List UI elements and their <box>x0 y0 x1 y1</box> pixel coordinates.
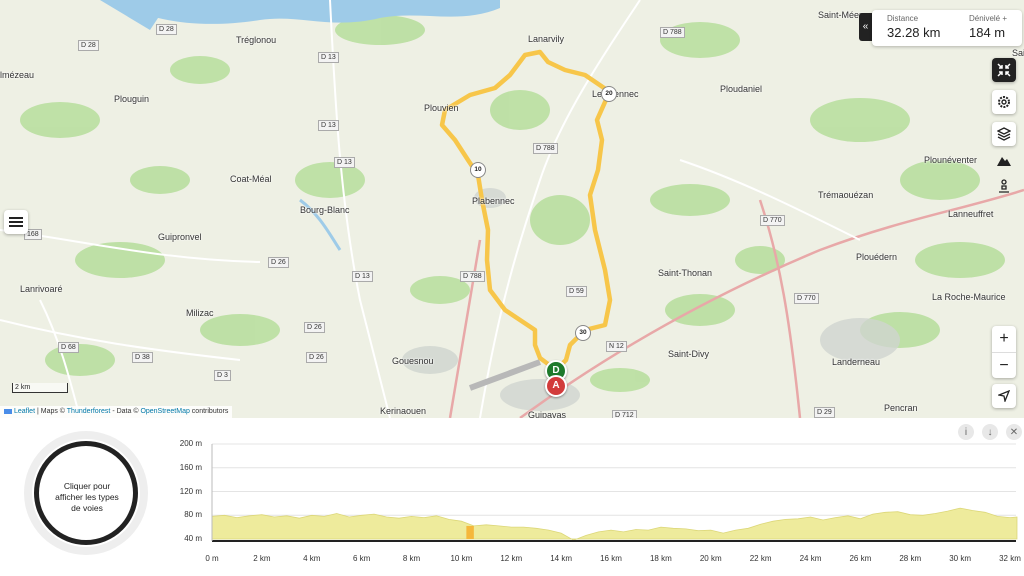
road-shield: D 29 <box>814 407 835 418</box>
end-marker[interactable]: A <box>545 375 567 397</box>
place-label: Guipavas <box>528 410 567 418</box>
road-shield: D 68 <box>58 342 79 353</box>
attrib-text: - Data © <box>110 408 141 415</box>
road-shield: D 26 <box>268 257 289 268</box>
road-shield: D 13 <box>334 157 355 168</box>
place-label: Lanarvily <box>528 34 565 44</box>
place-label: Lanrivoaré <box>20 284 63 294</box>
settings-button[interactable] <box>992 90 1016 114</box>
elevation-area <box>211 507 1018 541</box>
place-label: Saint-Divy <box>668 349 710 359</box>
place-label: Guipronvel <box>158 232 202 242</box>
elevation-gain-value: 184 m <box>969 25 1006 40</box>
route-line <box>439 49 613 372</box>
place-label: Saint-Méen <box>818 10 865 20</box>
route-stats-box: Distance 32.28 km Dénivelé + 184 m <box>872 10 1022 46</box>
distance-value: 32.28 km <box>887 25 941 40</box>
elevation-chart[interactable] <box>0 418 1024 576</box>
map-attribution: Leaflet | Maps © Thunderforest - Data © … <box>0 406 233 418</box>
place-label: Milizac <box>186 308 214 318</box>
road-shield: D 13 <box>352 271 373 282</box>
osm-link[interactable]: OpenStreetMap <box>140 408 189 415</box>
road-shield: D 770 <box>760 215 785 226</box>
km-marker: 30 <box>575 325 591 341</box>
person-icon <box>999 179 1009 193</box>
road-shield: D 712 <box>612 410 637 418</box>
road-shield: D 59 <box>566 286 587 297</box>
hamburger-menu-icon <box>9 217 23 227</box>
layers-icon <box>997 127 1011 141</box>
place-label: Landerneau <box>832 357 881 367</box>
menu-button[interactable] <box>4 210 28 234</box>
leaflet-link[interactable]: Leaflet <box>14 408 35 415</box>
fullscreen-exit-button[interactable] <box>992 58 1016 82</box>
place-label: Plabennec <box>472 196 515 206</box>
km-marker: 10 <box>470 162 486 178</box>
zoom-out-button[interactable]: − <box>992 353 1016 379</box>
map-view[interactable]: Tréglonou Lanarvily Saint-Méen Saint-De lméz… <box>0 0 1024 418</box>
collapse-stats-button[interactable]: « <box>859 13 872 41</box>
locate-button[interactable] <box>992 384 1016 408</box>
chevrons-left-icon: « <box>862 21 869 32</box>
gear-icon <box>998 96 1010 108</box>
streetview-button[interactable] <box>992 174 1016 198</box>
place-label: Gouesnou <box>392 356 434 366</box>
place-label: Coat-Méal <box>230 174 272 184</box>
place-label: Pencran <box>884 403 918 413</box>
place-label: Plouédern <box>856 252 898 262</box>
road-shield: D 13 <box>318 120 339 131</box>
elevation-button[interactable] <box>992 148 1016 172</box>
road-shield: D 28 <box>78 40 99 51</box>
distance-label: Distance <box>887 14 919 23</box>
road-shield: D 770 <box>794 293 819 304</box>
ukraine-flag-icon <box>4 408 12 414</box>
mountain-icon <box>997 157 1011 166</box>
road-shield: D 26 <box>306 352 327 363</box>
road-shield: D 788 <box>533 143 558 154</box>
place-label: Plounéventer <box>924 155 978 165</box>
place-label: Saint-Thonan <box>658 268 713 278</box>
place-label: Kerinaouen <box>380 406 427 416</box>
road-shield: D 788 <box>460 271 485 282</box>
place-label: Bourg-Blanc <box>300 205 350 215</box>
place-label: Trémaouézan <box>818 190 874 200</box>
place-label: Ploudaniel <box>720 84 763 94</box>
zoom-control: + − <box>992 326 1016 378</box>
steep-segment <box>466 525 474 539</box>
road-shield: D 26 <box>304 322 325 333</box>
road-shield: D 28 <box>156 24 177 35</box>
road-shield: D 38 <box>132 352 153 363</box>
place-label: Lanneuffret <box>948 209 994 219</box>
road-shield: D 788 <box>660 27 685 38</box>
place-label: Saint-De <box>1012 48 1024 58</box>
map-scale: 2 km <box>12 383 68 393</box>
thunderforest-link[interactable]: Thunderforest <box>67 408 111 415</box>
place-label: Tréglonou <box>236 35 277 45</box>
place-label: La Roche-Maurice <box>932 292 1006 302</box>
road-shield: D 13 <box>318 52 339 63</box>
road-shield: D 3 <box>214 370 231 381</box>
fullscreen-exit-icon <box>997 63 1011 77</box>
attrib-text: contributors <box>189 408 229 415</box>
km-marker: 20 <box>601 86 617 102</box>
zoom-in-button[interactable]: + <box>992 326 1016 353</box>
place-label: lmézeau <box>0 70 35 80</box>
location-arrow-icon <box>998 390 1010 402</box>
road-shield: N 12 <box>606 341 627 352</box>
place-label: Plouvien <box>424 103 459 113</box>
place-label: Plouguin <box>114 94 150 104</box>
elevation-gain-label: Dénivelé + <box>969 14 1008 23</box>
attrib-text: | Maps © <box>35 408 67 415</box>
layers-button[interactable] <box>992 122 1016 146</box>
